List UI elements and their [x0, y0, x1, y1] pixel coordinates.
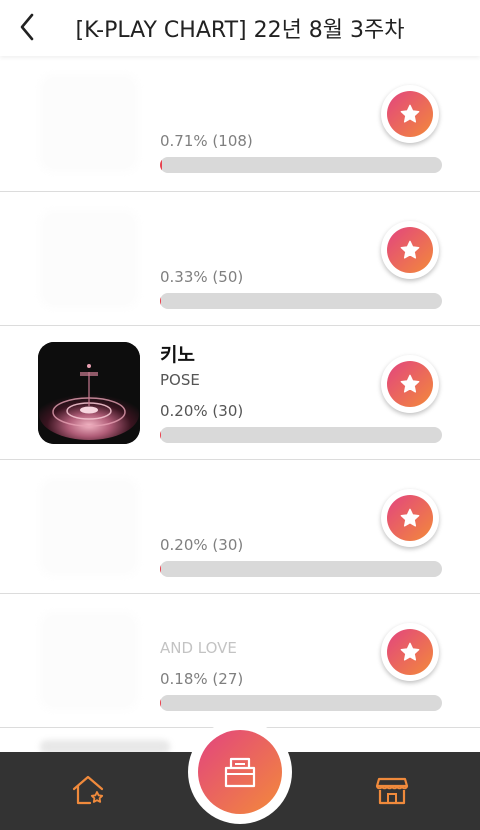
vote-main-button[interactable]: [198, 730, 282, 814]
vote-progress-bar: [160, 561, 442, 577]
vote-percent: 0.33% (50): [160, 268, 244, 286]
chart-list: 0.71% (108) 0.33% (50) 키노 POSE 0.20% (30…: [0, 56, 480, 728]
back-button[interactable]: [12, 10, 42, 44]
vote-percent: 0.71% (108): [160, 132, 253, 150]
vote-progress-fill: [160, 427, 161, 443]
vote-progress-bar: [160, 157, 442, 173]
vote-progress-fill: [160, 293, 161, 309]
vote-progress-bar: [160, 427, 442, 443]
vote-progress-bar: [160, 293, 442, 309]
star-icon: [400, 508, 420, 527]
store-icon: [375, 777, 409, 805]
artist-name: POSE: [160, 371, 200, 389]
vote-button[interactable]: [381, 489, 439, 547]
chevron-left-icon: [20, 13, 34, 41]
album-cover: [38, 476, 140, 578]
chart-row: 키노 POSE 0.20% (30): [0, 326, 480, 460]
vote-button-inner: [387, 227, 433, 273]
vote-percent: 0.20% (30): [160, 402, 244, 420]
chart-row: 0.20% (30): [0, 460, 480, 594]
album-art-image: [38, 342, 140, 444]
header: [K-PLAY CHART] 22년 8월 3주차: [0, 0, 480, 56]
chart-row: 0.33% (50): [0, 192, 480, 326]
vote-button[interactable]: [381, 221, 439, 279]
vote-button[interactable]: [381, 355, 439, 413]
vote-progress-fill: [160, 695, 161, 711]
artist-name: AND LOVE: [160, 639, 237, 657]
chart-row: AND LOVE 0.18% (27): [0, 594, 480, 728]
album-cover: [38, 72, 140, 174]
page-title: [K-PLAY CHART] 22년 8월 3주차: [75, 18, 405, 43]
vote-percent: 0.20% (30): [160, 536, 244, 554]
nav-store-button[interactable]: [372, 770, 412, 810]
vote-progress-fill: [160, 561, 161, 577]
album-cover: [38, 208, 140, 310]
nav-home-star-button[interactable]: [68, 770, 108, 810]
vote-percent: 0.18% (27): [160, 670, 244, 688]
vote-progress-bar: [160, 695, 442, 711]
vote-progress-fill: [160, 157, 162, 173]
vote-button[interactable]: [381, 85, 439, 143]
album-cover: [38, 342, 140, 444]
vote-main-button-ring: [188, 720, 292, 824]
vote-button[interactable]: [381, 623, 439, 681]
star-icon: [400, 104, 420, 123]
star-icon: [400, 642, 420, 661]
vote-button-inner: [387, 91, 433, 137]
vote-button-inner: [387, 361, 433, 407]
song-title: 키노: [160, 344, 195, 366]
vote-button-inner: [387, 629, 433, 675]
album-cover: [38, 610, 140, 712]
ballot-box-icon: [224, 757, 256, 788]
home-star-icon: [72, 775, 104, 805]
star-icon: [400, 374, 420, 393]
vote-button-inner: [387, 495, 433, 541]
chart-row: 0.71% (108): [0, 56, 480, 192]
star-icon: [400, 240, 420, 259]
